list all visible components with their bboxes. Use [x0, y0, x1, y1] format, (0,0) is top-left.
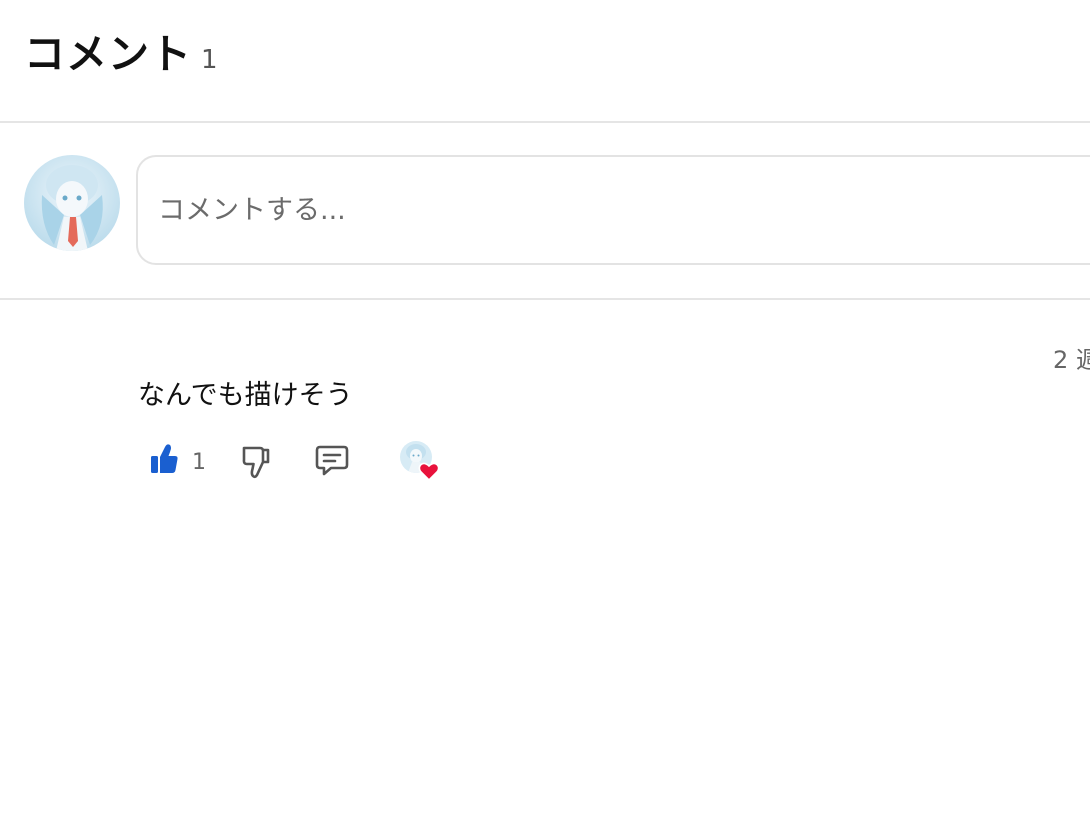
- dislike-button[interactable]: [240, 442, 272, 484]
- comment-input-box[interactable]: [136, 155, 1090, 265]
- user-avatar[interactable]: [24, 155, 120, 251]
- like-button[interactable]: 1: [148, 440, 206, 484]
- comment-count: 1: [201, 45, 218, 75]
- reply-icon: [314, 442, 350, 482]
- divider: [0, 298, 1090, 300]
- comment-text: なんでも描けそう: [138, 380, 353, 411]
- page-title: コメント: [24, 30, 192, 78]
- comment-input[interactable]: [138, 157, 1090, 263]
- comment-timestamp: 2 週: [1053, 346, 1090, 374]
- heart-icon: [418, 460, 440, 486]
- thumbs-up-icon: [148, 440, 180, 484]
- creator-heart: [398, 440, 442, 484]
- reply-button[interactable]: [314, 442, 350, 482]
- divider: [0, 121, 1090, 123]
- comments-header: コメント 1: [0, 0, 1090, 122]
- thumbs-down-icon: [240, 442, 272, 484]
- like-count: 1: [192, 449, 206, 475]
